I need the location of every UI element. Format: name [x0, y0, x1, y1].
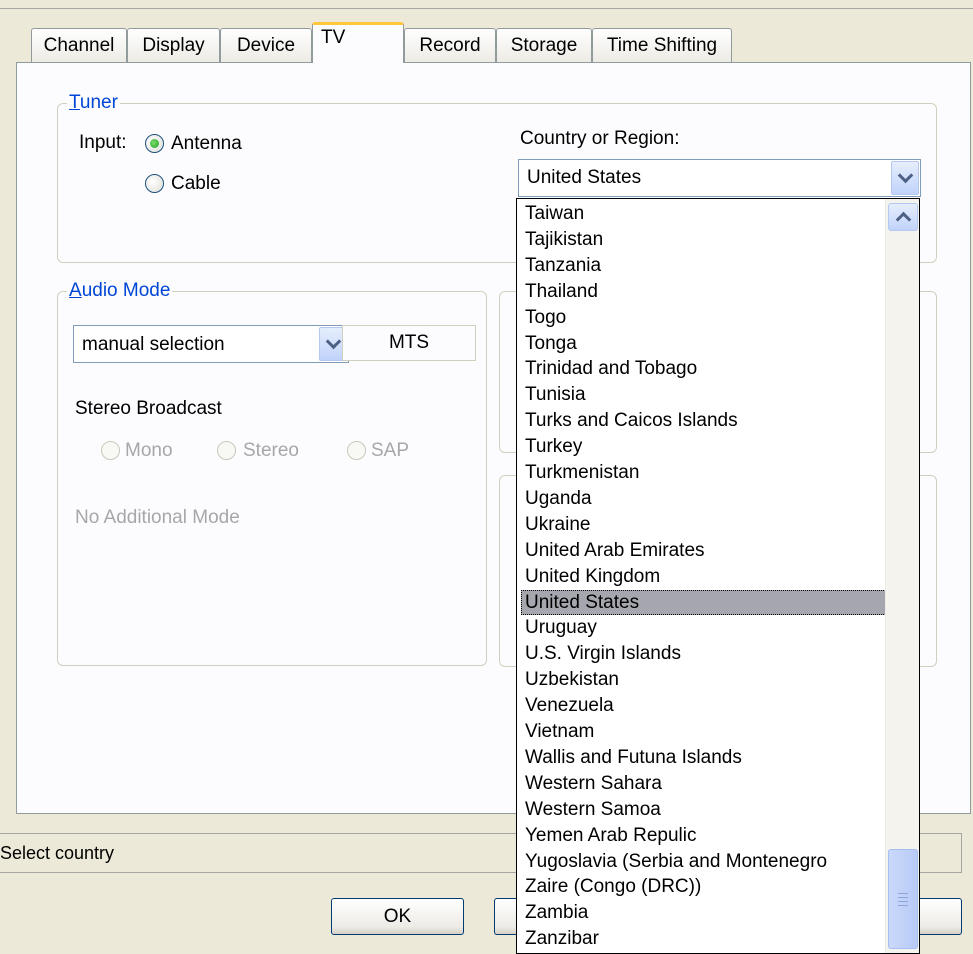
mono-radio[interactable]	[101, 441, 120, 460]
grip-icon	[898, 905, 908, 906]
country-dropdown-list[interactable]: Taiwan Tajikistan Tanzania Thailand Togo Tong…	[516, 198, 920, 954]
no-additional-mode-label: No Additional Mode	[75, 507, 240, 528]
audio-mode-combobox[interactable]: manual selection	[73, 325, 349, 363]
tab-channel[interactable]: Channel	[31, 28, 127, 62]
mono-label: Mono	[125, 440, 173, 461]
country-combobox-value: United States	[527, 167, 642, 188]
list-item[interactable]: Yemen Arab Repulic	[521, 823, 886, 848]
list-item[interactable]: Western Samoa	[521, 797, 886, 822]
chevron-down-icon	[325, 333, 342, 350]
list-item[interactable]: Vietnam	[521, 719, 886, 744]
country-combobox[interactable]: United States	[518, 159, 921, 197]
list-item[interactable]: Zanzibar	[521, 926, 886, 951]
ok-button[interactable]: OK	[331, 898, 464, 935]
list-item[interactable]: Uruguay	[521, 615, 886, 640]
list-item[interactable]: Togo	[521, 305, 886, 330]
stereo-radio[interactable]	[217, 441, 236, 460]
list-item[interactable]: Uzbekistan	[521, 667, 886, 692]
list-item[interactable]: Thailand	[521, 279, 886, 304]
audio-mode-value: manual selection	[82, 334, 225, 355]
tab-device[interactable]: Device	[220, 28, 312, 62]
tab-record[interactable]: Record	[404, 28, 496, 62]
stereo-broadcast-label: Stereo Broadcast	[75, 398, 222, 419]
list-item[interactable]: Trinidad and Tobago	[521, 356, 886, 381]
input-label: Input:	[79, 132, 127, 153]
list-item[interactable]: Tajikistan	[521, 227, 886, 252]
list-item[interactable]: Zambia	[521, 900, 886, 925]
tab-tv[interactable]: TV	[312, 22, 404, 63]
list-item[interactable]: Wallis and Futuna Islands	[521, 745, 886, 770]
list-item[interactable]: Zaire (Congo (DRC))	[521, 874, 886, 899]
country-label: Country or Region:	[520, 128, 680, 149]
list-item[interactable]: Tonga	[521, 331, 886, 356]
cable-label[interactable]: Cable	[171, 173, 221, 195]
scroll-up-button[interactable]	[888, 203, 918, 231]
list-item[interactable]: Turks and Caicos Islands	[521, 408, 886, 433]
sap-label: SAP	[371, 440, 410, 461]
tuner-group-title: Tuner	[67, 92, 120, 114]
tab-display[interactable]: Display	[127, 28, 220, 62]
list-item[interactable]: Venezuela	[521, 693, 886, 718]
grip-icon	[898, 901, 908, 902]
list-item[interactable]: Ukraine	[521, 512, 886, 537]
radio-checked-dot	[150, 139, 159, 148]
chevron-up-icon	[895, 211, 912, 228]
list-item[interactable]: Western Sahara	[521, 771, 886, 796]
grip-icon	[898, 897, 908, 898]
list-item[interactable]: Yugoslavia (Serbia and Montenegro	[521, 849, 886, 874]
list-item[interactable]: U.S. Virgin Islands	[521, 641, 886, 666]
list-item[interactable]: Tanzania	[521, 253, 886, 278]
chevron-down-icon	[897, 167, 914, 184]
grip-icon	[898, 893, 908, 894]
cable-radio[interactable]	[145, 174, 164, 193]
country-list-scrollbar[interactable]	[885, 199, 919, 953]
list-item[interactable]: Taiwan	[521, 201, 886, 226]
window-top-edge	[0, 0, 973, 9]
sap-radio[interactable]	[347, 441, 366, 460]
tab-storage[interactable]: Storage	[496, 28, 592, 62]
list-item[interactable]: Turkmenistan	[521, 460, 886, 485]
stereo-label: Stereo	[243, 440, 299, 461]
mts-indicator: MTS	[342, 325, 476, 361]
list-item[interactable]: Turkey	[521, 434, 886, 459]
audio-mode-group-title: Audio Mode	[67, 280, 173, 302]
list-item[interactable]: United Kingdom	[521, 564, 886, 589]
scrollbar-thumb[interactable]	[888, 849, 918, 949]
list-item[interactable]: Uganda	[521, 486, 886, 511]
list-item[interactable]: Tunisia	[521, 382, 886, 407]
status-text: Select country	[0, 843, 115, 863]
antenna-label[interactable]: Antenna	[171, 133, 242, 155]
country-dropdown-button[interactable]	[891, 161, 919, 195]
tab-time-shifting[interactable]: Time Shifting	[592, 28, 732, 62]
list-item[interactable]: United Arab Emirates	[521, 538, 886, 563]
antenna-radio[interactable]	[145, 134, 164, 153]
list-item-selected[interactable]: United States	[521, 589, 886, 615]
